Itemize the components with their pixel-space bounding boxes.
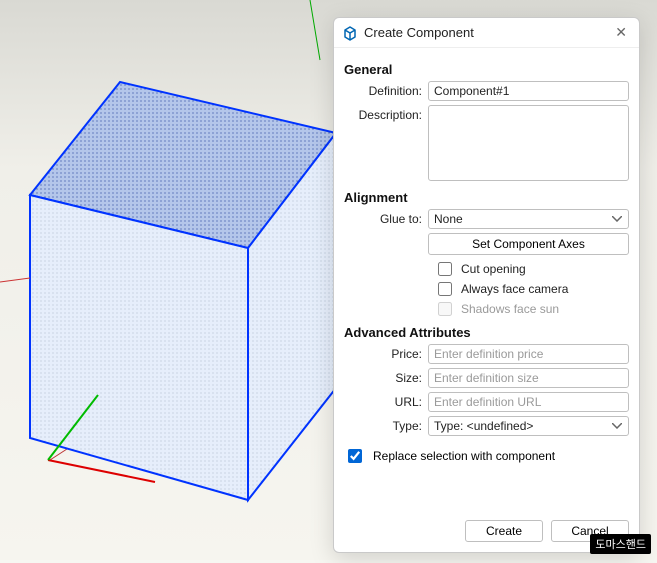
watermark: 도마스핸드 xyxy=(590,534,651,554)
row-always-face: Always face camera xyxy=(434,279,629,299)
cut-opening-label: Cut opening xyxy=(461,262,526,276)
type-label: Type: xyxy=(344,416,428,433)
row-shadows: Shadows face sun xyxy=(434,299,629,319)
row-description: Description: xyxy=(344,105,629,184)
size-label: Size: xyxy=(344,368,428,385)
row-glue-to: Glue to: None xyxy=(344,209,629,229)
row-set-axes: Set Component Axes xyxy=(344,233,629,255)
definition-label: Definition: xyxy=(344,81,428,98)
app-icon xyxy=(342,25,358,41)
create-button[interactable]: Create xyxy=(465,520,543,542)
dialog-title: Create Component xyxy=(364,25,611,40)
url-label: URL: xyxy=(344,392,428,409)
row-url: URL: xyxy=(344,392,629,412)
dialog-titlebar: Create Component ✕ xyxy=(334,18,639,48)
create-component-dialog: Create Component ✕ General Definition: D… xyxy=(333,17,640,553)
price-input[interactable] xyxy=(428,344,629,364)
always-face-checkbox[interactable] xyxy=(438,282,452,296)
dialog-body: General Definition: Description: Alignme… xyxy=(334,48,639,514)
size-input[interactable] xyxy=(428,368,629,388)
row-type: Type: Type: <undefined> xyxy=(344,416,629,436)
row-cut-opening: Cut opening xyxy=(434,259,629,279)
row-size: Size: xyxy=(344,368,629,388)
glue-to-label: Glue to: xyxy=(344,209,428,226)
box-geometry xyxy=(26,80,336,500)
row-price: Price: xyxy=(344,344,629,364)
definition-input[interactable] xyxy=(428,81,629,101)
always-face-label: Always face camera xyxy=(461,282,568,296)
shadows-checkbox xyxy=(438,302,452,316)
shadows-label: Shadows face sun xyxy=(461,302,559,316)
glue-to-select[interactable]: None xyxy=(428,209,629,229)
row-definition: Definition: xyxy=(344,81,629,101)
section-advanced-header: Advanced Attributes xyxy=(344,325,629,340)
type-select[interactable]: Type: <undefined> xyxy=(428,416,629,436)
price-label: Price: xyxy=(344,344,428,361)
row-replace: Replace selection with component xyxy=(344,446,629,466)
url-input[interactable] xyxy=(428,392,629,412)
set-component-axes-button[interactable]: Set Component Axes xyxy=(428,233,629,255)
axis-green-seg xyxy=(310,0,320,60)
description-input[interactable] xyxy=(428,105,629,181)
description-label: Description: xyxy=(344,105,428,122)
cut-opening-checkbox[interactable] xyxy=(438,262,452,276)
replace-selection-label: Replace selection with component xyxy=(373,449,555,463)
close-icon[interactable]: ✕ xyxy=(611,24,631,41)
section-general-header: General xyxy=(344,62,629,77)
section-alignment-header: Alignment xyxy=(344,190,629,205)
replace-selection-checkbox[interactable] xyxy=(348,449,362,463)
